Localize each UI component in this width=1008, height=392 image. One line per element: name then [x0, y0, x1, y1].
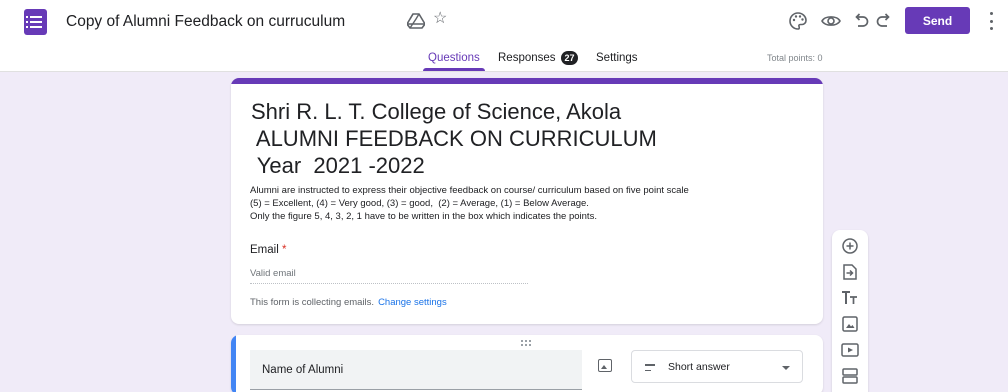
add-video-icon[interactable] — [839, 339, 861, 361]
tab-responses[interactable]: Responses — [498, 52, 556, 64]
total-points: Total points: 0 — [767, 53, 823, 63]
add-image-icon[interactable] — [839, 313, 861, 335]
add-image-icon[interactable] — [598, 359, 612, 372]
short-answer-icon — [645, 364, 655, 371]
question-type-label: Short answer — [668, 361, 730, 373]
question-type-dropdown[interactable]: Short answer — [631, 350, 803, 383]
document-title[interactable]: Copy of Alumni Feedback on curruculum — [66, 13, 345, 31]
more-options-icon[interactable] — [988, 12, 994, 30]
required-asterisk: * — [281, 244, 287, 256]
chevron-down-icon — [782, 366, 790, 370]
question-title-text: Name of Alumni — [262, 364, 344, 376]
email-field[interactable] — [250, 264, 528, 284]
form-title-line: ALUMNI FEEDBACK ON CURRICULUM — [251, 126, 657, 151]
email-collection-note: This form is collecting emails. Change se… — [250, 297, 447, 308]
redo-icon[interactable] — [873, 10, 895, 32]
send-button[interactable]: Send — [905, 7, 970, 34]
eye-preview-icon[interactable] — [820, 10, 842, 32]
add-question-icon[interactable] — [839, 235, 861, 257]
collect-note-text: This form is collecting emails. — [250, 297, 375, 308]
change-settings-link[interactable]: Change settings — [378, 297, 447, 308]
undo-icon[interactable] — [850, 10, 872, 32]
tab-questions[interactable]: Questions — [428, 52, 480, 64]
question-title-field[interactable]: Name of Alumni — [250, 350, 582, 390]
accent-strip — [231, 78, 823, 84]
google-forms-icon[interactable] — [24, 9, 47, 35]
import-questions-icon[interactable] — [839, 261, 861, 283]
top-bar: Copy of Alumni Feedback on curruculum ☆ … — [0, 0, 1008, 72]
email-label-text: Email — [250, 244, 279, 256]
form-title-line: Year 2021 -2022 — [251, 153, 425, 178]
email-label: Email * — [250, 244, 286, 256]
form-title-line: Shri R. L. T. College of Science, Akola — [251, 99, 622, 124]
palette-icon[interactable] — [787, 10, 809, 32]
responses-count-badge: 27 — [561, 51, 578, 65]
question-card[interactable]: Name of Alumni Short answer — [231, 335, 823, 392]
tab-bar: Questions Responses Settings — [0, 46, 1008, 72]
floating-toolbar — [832, 230, 868, 392]
form-title-card[interactable]: Shri R. L. T. College of Science, Akola … — [231, 78, 823, 324]
description-line: (5) = Excellent, (4) = Very good, (3) = … — [250, 198, 589, 209]
move-to-folder-icon[interactable] — [407, 13, 425, 29]
description-line: Alumni are instructed to express their o… — [250, 185, 689, 196]
tab-settings[interactable]: Settings — [596, 52, 638, 64]
active-question-indicator — [231, 335, 236, 392]
drag-handle-icon[interactable] — [521, 340, 533, 346]
form-description[interactable]: Alumni are instructed to express their o… — [250, 184, 689, 223]
form-title[interactable]: Shri R. L. T. College of Science, Akola … — [251, 98, 657, 179]
description-line: Only the figure 5, 4, 3, 2, 1 have to be… — [250, 211, 597, 222]
add-section-icon[interactable] — [839, 365, 861, 387]
add-title-icon[interactable] — [839, 287, 861, 309]
star-icon[interactable]: ☆ — [433, 11, 447, 27]
active-tab-indicator — [423, 68, 485, 71]
